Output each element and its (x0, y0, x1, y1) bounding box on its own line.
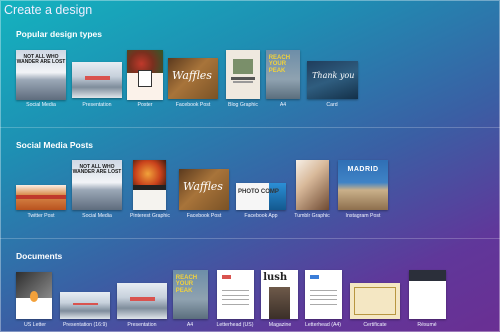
design-tile-facebook-post[interactable]: Waffles (179, 169, 229, 210)
design-tile-facebook-app[interactable]: PHOTO COMP (236, 183, 286, 210)
design-tile-magazine[interactable]: lush (261, 270, 298, 319)
design-tile-instagram-post[interactable]: MADRID (338, 160, 388, 210)
tile-caption: MADRID (347, 166, 379, 173)
design-tile-poster[interactable] (127, 50, 163, 100)
design-label-twitter-post[interactable]: Twitter Post (11, 213, 71, 219)
design-label-presentation-16-9[interactable]: Presentation (16:9) (55, 322, 115, 328)
design-label-card[interactable]: Card (302, 102, 362, 108)
page-title: Create a design (4, 3, 93, 17)
tile-caption: NOT ALL WHO WANDER ARE LOST (72, 164, 122, 176)
design-label-instagram-post[interactable]: Instagram Post (333, 213, 393, 219)
tile-caption: lush (263, 271, 288, 283)
section-title-documents: Documents (16, 251, 63, 261)
design-tile-us-letter[interactable] (16, 272, 52, 319)
design-tile-letterhead-a4[interactable] (305, 270, 342, 319)
design-label-social-media[interactable]: Social Media (11, 102, 71, 108)
design-tile-social-media[interactable]: NOT ALL WHO WANDER ARE LOST (16, 50, 66, 100)
section-title-popular: Popular design types (16, 29, 102, 39)
design-tile-a4[interactable]: REACH YOUR PEAK (173, 270, 208, 319)
design-label-social-media[interactable]: Social Media (67, 213, 127, 219)
tile-caption: REACH YOUR PEAK (268, 54, 291, 74)
design-tile-presentation-16-9[interactable] (60, 292, 110, 319)
section-divider (0, 238, 500, 239)
design-tile-facebook-post[interactable]: Waffles (168, 58, 218, 99)
design-tile-card[interactable]: Thank you (307, 61, 358, 99)
design-tile-a4[interactable]: REACH YOUR PEAK (266, 50, 300, 99)
section-divider (0, 127, 500, 128)
design-tile-twitter-post[interactable] (16, 185, 66, 210)
design-tile-presentation[interactable] (72, 62, 122, 98)
design-label-resume[interactable]: Résumé (397, 322, 457, 328)
design-tile-tumblr-graphic[interactable] (296, 160, 329, 210)
tile-caption: PHOTO COMP (238, 188, 279, 195)
design-tile-letterhead-us[interactable] (217, 270, 254, 319)
design-tile-presentation[interactable] (117, 283, 167, 319)
tile-caption: Waffles (183, 180, 223, 194)
design-tile-social-media[interactable]: NOT ALL WHO WANDER ARE LOST (72, 160, 122, 210)
design-tile-blog-graphic[interactable] (226, 50, 260, 99)
design-label-certificate[interactable]: Certificate (345, 322, 405, 328)
tile-caption: Thank you (312, 71, 355, 81)
design-label-facebook-post[interactable]: Facebook Post (174, 213, 234, 219)
section-title-social-media-posts: Social Media Posts (16, 140, 93, 150)
design-label-letterhead-a4[interactable]: Letterhead (A4) (293, 322, 353, 328)
tile-caption: NOT ALL WHO WANDER ARE LOST (16, 54, 66, 66)
tile-caption: REACH YOUR PEAK (175, 274, 198, 294)
design-tile-pinterest-graphic[interactable] (133, 160, 166, 210)
design-label-pinterest-graphic[interactable]: Pinterest Graphic (120, 213, 180, 219)
tile-caption: Waffles (172, 69, 212, 83)
design-tile-certificate[interactable] (350, 283, 400, 319)
design-tile-resume[interactable] (409, 270, 446, 319)
